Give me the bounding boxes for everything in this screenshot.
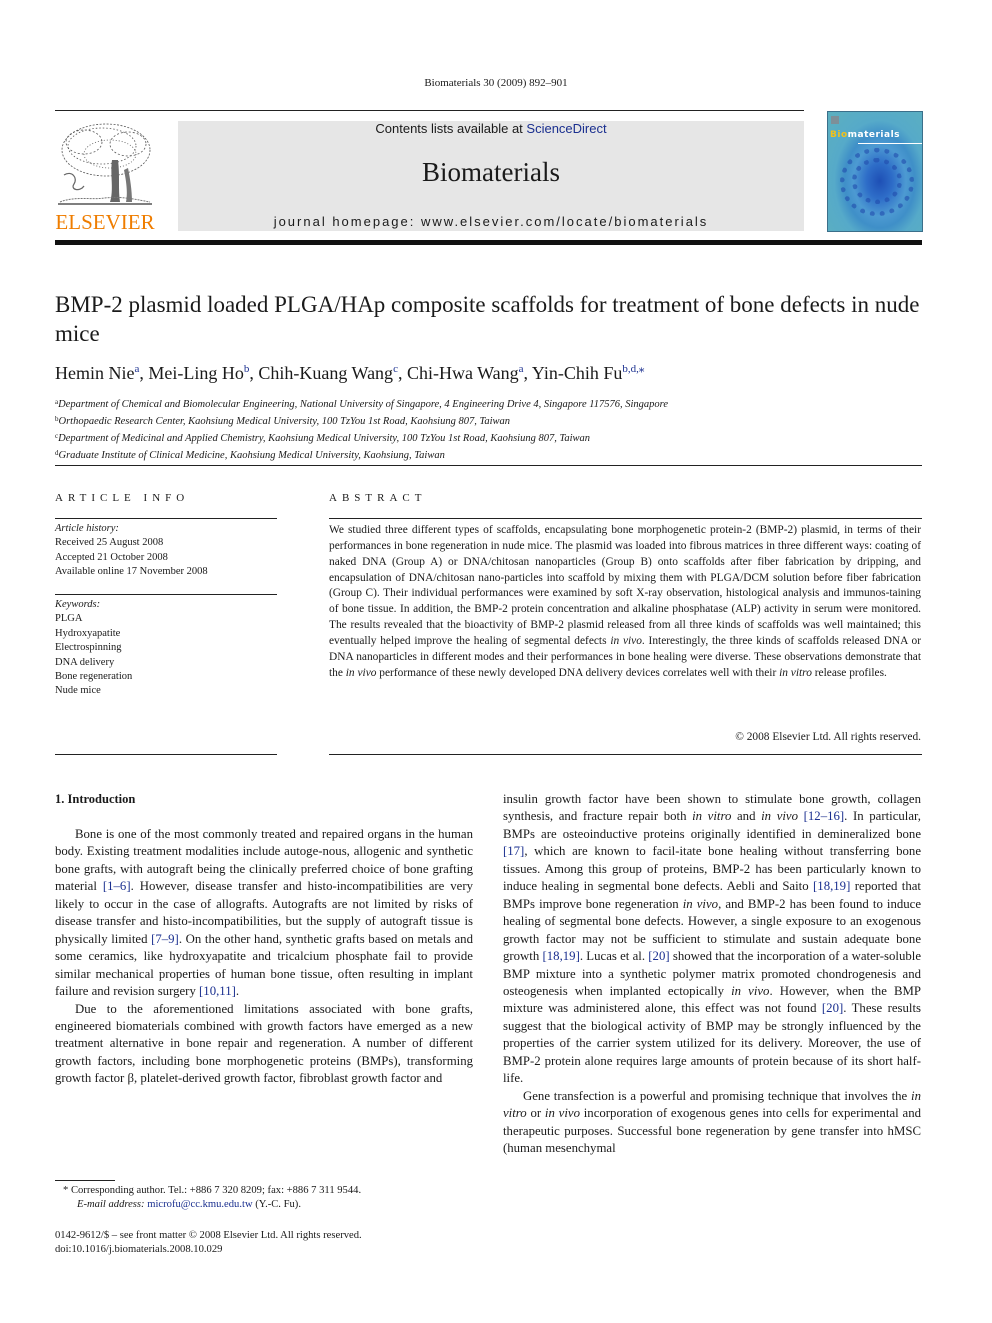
- elsevier-tree-icon: [58, 123, 152, 205]
- body-column-right: insulin growth factor have been shown to…: [503, 791, 921, 1158]
- history-received: Received 25 August 2008: [55, 537, 164, 549]
- contents-prefix: Contents lists available at: [375, 121, 527, 136]
- affiliation-item: cDepartment of Medicinal and Applied Che…: [55, 432, 591, 444]
- corresponding-author-contact: Corresponding author. Tel.: +886 7 320 8…: [68, 1185, 362, 1196]
- keywords-label: Keywords:: [55, 599, 101, 610]
- body-column-left: Bone is one of the most commonly treated…: [55, 826, 473, 1088]
- history-accepted: Accepted 21 October 2008: [55, 551, 168, 563]
- header-top-rule: [55, 110, 804, 111]
- homepage-url-link[interactable]: www.elsevier.com/locate/biomaterials: [421, 214, 708, 229]
- keyword: Bone regeneration: [55, 671, 133, 683]
- text-run: or: [526, 1106, 545, 1121]
- citation-link[interactable]: [18,19]: [813, 879, 850, 893]
- author-list: Hemin Niea, Mei-Ling Hob, Chih-Kuang Wan…: [55, 363, 645, 383]
- keyword: DNA delivery: [55, 656, 115, 668]
- doi-link[interactable]: doi:10.1016/j.biomaterials.2008.10.029: [55, 1243, 495, 1257]
- article-info-rule: [55, 594, 277, 595]
- article-info-rule: [55, 518, 277, 519]
- journal-name: Biomaterials: [422, 157, 560, 187]
- italic-term: in vitro: [692, 809, 732, 824]
- front-matter: 0142-9612/$ – see front matter © 2008 El…: [55, 1229, 495, 1258]
- author[interactable]: Chih-Kuang Wangc: [258, 363, 398, 383]
- running-head: Biomaterials 30 (2009) 892–901: [424, 77, 568, 89]
- italic-term: in vivo: [682, 896, 719, 911]
- cover-title-rest: materials: [847, 130, 901, 140]
- homepage-prefix: journal homepage:: [273, 214, 421, 229]
- elsevier-logo[interactable]: ELSEVIER: [54, 120, 156, 234]
- abstract-copyright: © 2008 Elsevier Ltd. All rights reserved…: [735, 731, 921, 743]
- abstract-text: We studied three different types of scaf…: [329, 524, 921, 679]
- footnote-rule: [55, 1180, 115, 1181]
- corresponding-author-footnote: * Corresponding author. Tel.: +886 7 320…: [55, 1184, 495, 1213]
- italic-term: in vivo: [544, 1106, 580, 1121]
- body-paragraph: insulin growth factor have been shown to…: [503, 791, 921, 1088]
- section-divider: [55, 465, 922, 466]
- article-history-label: Article history:: [55, 523, 119, 534]
- introduction-heading: 1. Introduction: [55, 792, 136, 806]
- affiliation-item: bOrthopaedic Research Center, Kaohsiung …: [55, 415, 511, 427]
- citation-link[interactable]: [12–16]: [804, 809, 845, 823]
- abstract-rule: [329, 754, 922, 755]
- citation-link[interactable]: [17]: [503, 844, 524, 858]
- citation-link[interactable]: [1–6]: [103, 879, 131, 893]
- text-run: .: [235, 984, 240, 999]
- contents-line: Contents lists available at ScienceDirec…: [178, 121, 804, 136]
- author[interactable]: Yin-Chih Fub,d,⁎: [532, 363, 645, 383]
- author[interactable]: Hemin Niea: [55, 363, 139, 383]
- abstract-heading: ABSTRACT: [329, 492, 427, 504]
- abstract-rule: [329, 518, 922, 519]
- affiliation-item: aDepartment of Chemical and Biomolecular…: [55, 398, 669, 410]
- homepage-line: journal homepage: www.elsevier.com/locat…: [178, 214, 804, 229]
- elsevier-wordmark: ELSEVIER: [55, 210, 155, 234]
- body-paragraph: Gene transfection is a powerful and prom…: [503, 1088, 921, 1158]
- body-paragraph: Bone is one of the most commonly treated…: [55, 826, 473, 1001]
- article-info-rule: [55, 754, 277, 755]
- italic-term: in vivo: [731, 983, 770, 998]
- cover-publisher-badge: [831, 116, 839, 124]
- author[interactable]: Mei-Ling Hob: [148, 363, 249, 383]
- sciencedirect-link[interactable]: ScienceDirect: [526, 121, 606, 136]
- citation-link[interactable]: [10,11]: [199, 984, 236, 998]
- italic-term: in vivo: [761, 809, 799, 824]
- cover-title-highlight: Bio: [830, 130, 848, 140]
- citation-link[interactable]: [18,19]: [543, 949, 580, 963]
- citation-link[interactable]: [20]: [822, 1001, 843, 1015]
- text-run: and: [731, 809, 762, 824]
- journal-cover-image[interactable]: Biomaterials: [827, 111, 923, 232]
- issn-line: 0142-9612/$ – see front matter © 2008 El…: [55, 1230, 362, 1241]
- text-run: . Lucas et al.: [579, 949, 649, 964]
- email-link[interactable]: microfu@cc.kmu.edu.tw: [147, 1199, 252, 1210]
- body-paragraph: Due to the aforementioned limitations as…: [55, 1001, 473, 1088]
- affiliation-item: dGraduate Institute of Clinical Medicine…: [55, 449, 445, 461]
- affiliation-marker[interactable]: b,d,⁎: [622, 363, 644, 375]
- text-run: Due to the aforementioned limitations as…: [55, 1001, 473, 1086]
- keyword: PLGA: [55, 613, 83, 625]
- cover-rule: [858, 143, 922, 144]
- article-title: BMP-2 plasmid loaded PLGA/HAp composite …: [55, 292, 920, 346]
- history-online: Available online 17 November 2008: [55, 566, 208, 578]
- keyword: Electrospinning: [55, 642, 122, 654]
- keywords: Keywords: PLGA Hydroxyapatite Electrospi…: [55, 598, 277, 699]
- email-label: E-mail address:: [77, 1199, 145, 1211]
- journal-header-band: Contents lists available at ScienceDirec…: [178, 121, 804, 231]
- author[interactable]: Chi-Hwa Wanga: [407, 363, 524, 383]
- article-history: Article history: Received 25 August 2008…: [55, 522, 277, 580]
- affiliations: aDepartment of Chemical and Biomolecular…: [55, 395, 935, 463]
- keyword: Hydroxyapatite: [55, 627, 121, 639]
- cover-ring-decoration: [852, 158, 902, 204]
- header-thick-rule: [55, 240, 922, 245]
- citation-link[interactable]: [7–9]: [151, 932, 179, 946]
- citation-link[interactable]: [20]: [648, 949, 669, 963]
- article-info-heading: ARTICLE INFO: [55, 492, 190, 504]
- cover-title: Biomaterials: [830, 130, 900, 140]
- keyword: Nude mice: [55, 685, 101, 697]
- text-run: Gene transfection is a powerful and prom…: [523, 1088, 912, 1103]
- email-suffix: (Y.-C. Fu).: [252, 1199, 301, 1211]
